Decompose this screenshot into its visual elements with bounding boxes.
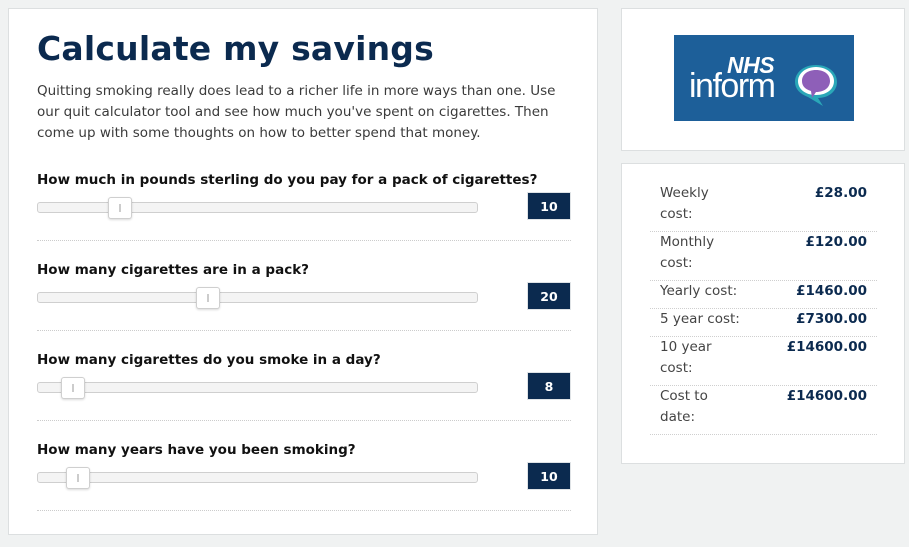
result-value: £14600.00 (786, 339, 867, 355)
result-row-to-date: Cost to date: £14600.00 (650, 386, 877, 435)
result-row-monthly: Monthly cost: £120.00 (650, 232, 877, 281)
result-label: Yearly cost: (660, 283, 738, 299)
years-smoking-slider-handle[interactable] (66, 467, 90, 489)
pack-price-slider-handle[interactable] (108, 197, 132, 219)
question-label: How many cigarettes are in a pack? (37, 262, 310, 278)
question-label: How much in pounds sterling do you pay f… (37, 172, 538, 188)
result-value: £120.00 (805, 234, 868, 250)
nhs-inform-logo[interactable]: NHS inform (674, 35, 854, 121)
question-label: How many years have you been smoking? (37, 442, 356, 458)
years-smoking-slider-track[interactable] (37, 472, 478, 483)
divider (37, 420, 571, 421)
pack-size-value: 20 (527, 282, 571, 310)
result-value: £1460.00 (796, 283, 867, 299)
result-label: 10 year cost: (660, 339, 712, 376)
daily-cigarettes-value: 8 (527, 372, 571, 400)
question-pack-size: How many cigarettes are in a pack? 20 (37, 262, 571, 352)
result-row-5-year: 5 year cost: £7300.00 (650, 309, 877, 337)
pack-price-value: 10 (527, 192, 571, 220)
page-title: Calculate my savings (37, 29, 434, 68)
divider (37, 330, 571, 331)
logo-panel: NHS inform (621, 8, 905, 151)
question-daily-cigarettes: How many cigarettes do you smoke in a da… (37, 352, 571, 442)
pack-size-slider-track[interactable] (37, 292, 478, 303)
pack-size-slider-handle[interactable] (196, 287, 220, 309)
question-pack-price: How much in pounds sterling do you pay f… (37, 172, 571, 262)
divider (37, 510, 571, 511)
result-label: Weekly cost: (660, 185, 709, 222)
result-value: £28.00 (814, 185, 867, 201)
intro-text: Quitting smoking really does lead to a r… (37, 83, 556, 141)
speech-bubble-icon (795, 65, 837, 106)
pack-price-slider-track[interactable] (37, 202, 478, 213)
results-panel: Weekly cost: £28.00 Monthly cost: £120.0… (621, 163, 905, 464)
question-years-smoking: How many years have you been smoking? 10 (37, 442, 571, 532)
result-label: 5 year cost: (660, 311, 740, 327)
savings-calculator-panel: Calculate my savings Quitting smoking re… (8, 8, 598, 535)
result-label: Monthly cost: (660, 234, 715, 271)
result-row-10-year: 10 year cost: £14600.00 (650, 337, 877, 386)
daily-cigarettes-slider-track[interactable] (37, 382, 478, 393)
result-row-weekly: Weekly cost: £28.00 (650, 183, 877, 232)
divider (37, 240, 571, 241)
daily-cigarettes-slider-handle[interactable] (61, 377, 85, 399)
result-row-yearly: Yearly cost: £1460.00 (650, 281, 877, 309)
result-value: £7300.00 (796, 311, 867, 327)
years-smoking-value: 10 (527, 462, 571, 490)
result-value: £14600.00 (786, 388, 867, 404)
result-label: Cost to date: (660, 388, 708, 425)
question-label: How many cigarettes do you smoke in a da… (37, 352, 381, 368)
logo-inform-text: inform (689, 67, 776, 105)
